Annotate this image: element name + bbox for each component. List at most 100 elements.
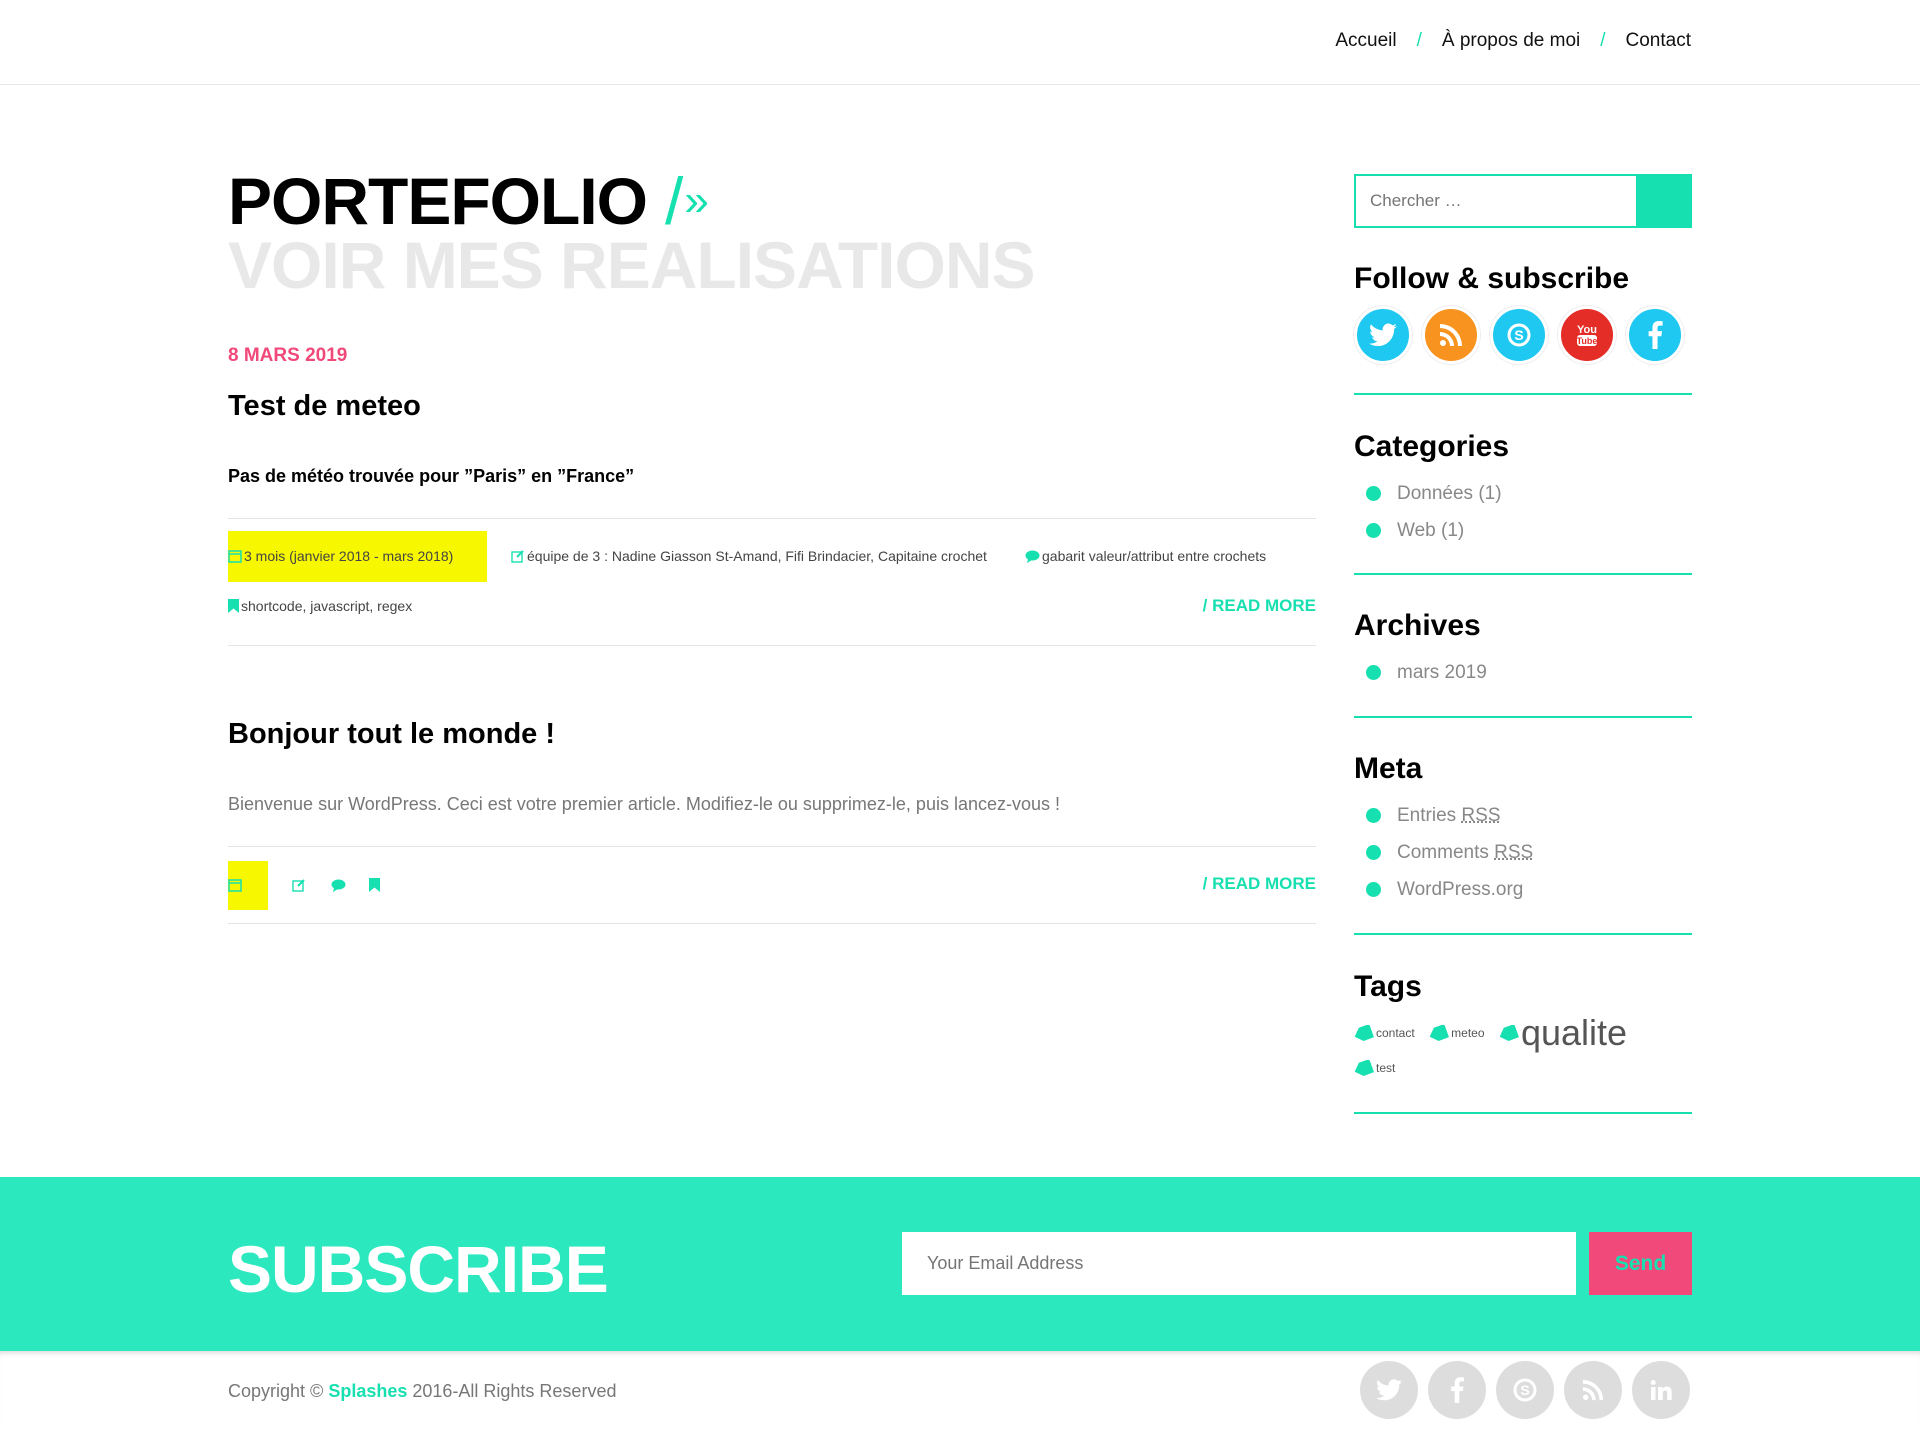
tag-label: test [1376, 1061, 1396, 1075]
send-button[interactable]: Send [1589, 1232, 1692, 1295]
tag-label: meteo [1451, 1026, 1485, 1040]
subscribe-title: SUBSCRIBE [228, 1232, 609, 1306]
list-item[interactable]: mars 2019 [1366, 654, 1487, 691]
tag-label: contact [1376, 1026, 1415, 1040]
rss-icon[interactable] [1422, 306, 1480, 364]
nav-contact[interactable]: Contact [1626, 30, 1691, 52]
brand-link[interactable]: Splashes [328, 1381, 407, 1401]
comment-link[interactable]: gabarit valeur/attribut entre crochets [1042, 548, 1266, 564]
meta-link-text: Entries [1397, 804, 1457, 826]
category-count: (1) [1441, 519, 1465, 541]
archives-title: Archives [1354, 609, 1481, 642]
nav-a-propos[interactable]: À propos de moi [1442, 30, 1580, 52]
divider [228, 518, 1316, 519]
archives-list: mars 2019 [1366, 654, 1487, 691]
divider [228, 923, 1316, 924]
categories-title: Categories [1354, 430, 1510, 463]
edit-icon [291, 877, 306, 893]
archive-link: mars 2019 [1397, 661, 1487, 683]
page-title: PORTEFOLIO / » [228, 164, 709, 238]
skype-icon[interactable]: S [1496, 1361, 1554, 1419]
meta-title: Meta [1354, 752, 1423, 785]
bookmark-icon [228, 599, 239, 613]
list-item[interactable]: Données (1) [1366, 475, 1502, 512]
twitter-icon[interactable] [1360, 1361, 1418, 1419]
search-form [1354, 174, 1692, 228]
duration-text: 3 mois (janvier 2018 - mars 2018) [244, 548, 454, 564]
meta-abbr: RSS [1461, 804, 1501, 826]
facebook-icon[interactable] [1626, 306, 1684, 364]
widget-divider [1354, 716, 1692, 718]
meta-abbr: RSS [1494, 841, 1534, 863]
tag-link[interactable]: contact [1354, 1025, 1415, 1041]
meta-link-text: Comments [1397, 841, 1489, 863]
post-comment: gabarit valeur/attribut entre crochets [1025, 548, 1266, 564]
widget-divider [1354, 393, 1692, 395]
top-bar: Accueil / À propos de moi / Contact [0, 0, 1920, 85]
widget-divider [1354, 933, 1692, 935]
widget-divider [1354, 1112, 1692, 1114]
bookmark-icon [368, 877, 380, 892]
list-item[interactable]: Comments RSS [1366, 834, 1533, 871]
page-title-text: PORTEFOLIO [228, 164, 648, 238]
tag-label: qualite [1520, 1012, 1628, 1053]
calendar-icon [228, 550, 242, 563]
tag-icon [1354, 1025, 1374, 1041]
edit-icon [511, 550, 524, 563]
tag-link[interactable]: test [1354, 1060, 1395, 1076]
tag-link[interactable]: meteo [1429, 1025, 1485, 1041]
nav-separator: / [1600, 30, 1606, 51]
read-more-link[interactable]: / READ MORE [1203, 874, 1316, 894]
bullet-icon [1366, 665, 1381, 680]
copyright-prefix: Copyright © [228, 1381, 329, 1401]
tag-link[interactable]: qualite [1499, 1012, 1627, 1054]
tag-cloud: contact meteo qualite test [1354, 1012, 1692, 1081]
bullet-icon [1366, 523, 1381, 538]
post-excerpt: Bienvenue sur WordPress. Ceci est votre … [228, 794, 1060, 814]
footer: Copyright © Splashes 2016-All Rights Res… [0, 1351, 1920, 1430]
post-duration: 3 mois (janvier 2018 - mars 2018) [228, 548, 453, 564]
comment-icon [1025, 550, 1040, 563]
linkedin-icon[interactable] [1632, 1361, 1690, 1419]
follow-title: Follow & subscribe [1354, 262, 1630, 295]
post-tags: shortcode, javascript, regex [228, 598, 412, 614]
subscribe-section: SUBSCRIBE Send [0, 1177, 1920, 1351]
bullet-icon [1366, 882, 1381, 897]
svg-text:S: S [1520, 1382, 1529, 1398]
footer-social: S [1360, 1361, 1690, 1419]
nav-separator: / [1416, 30, 1422, 51]
bullet-icon [1366, 808, 1381, 823]
nav-accueil[interactable]: Accueil [1335, 30, 1396, 52]
category-count: (1) [1478, 482, 1502, 504]
skype-icon[interactable]: S [1490, 306, 1548, 364]
bullet-icon [1366, 845, 1381, 860]
list-item[interactable]: Entries RSS [1366, 797, 1533, 834]
post-title-bonjour[interactable]: Bonjour tout le monde ! [228, 718, 555, 751]
svg-text:Tube: Tube [1577, 336, 1598, 346]
comment-icon[interactable] [330, 878, 346, 892]
calendar-icon [228, 877, 242, 893]
twitter-icon[interactable] [1354, 306, 1412, 364]
divider [228, 846, 1316, 847]
tag-icon [1429, 1025, 1450, 1041]
team-text: équipe de 3 : Nadine Giasson St-Amand, F… [527, 548, 987, 564]
copyright-suffix: 2016-All Rights Reserved [407, 1381, 617, 1401]
search-input[interactable] [1354, 174, 1636, 228]
search-button[interactable] [1636, 174, 1692, 228]
main-nav: Accueil / À propos de moi / Contact [1335, 30, 1691, 52]
email-field[interactable] [902, 1232, 1576, 1295]
youtube-icon[interactable]: You Tube [1558, 306, 1616, 364]
rss-icon[interactable] [1564, 1361, 1622, 1419]
divider [228, 645, 1316, 646]
tags-text: shortcode, javascript, regex [241, 598, 413, 614]
list-item[interactable]: WordPress.org [1366, 871, 1533, 908]
title-slash: / [665, 164, 683, 238]
bullet-icon [1366, 486, 1381, 501]
svg-text:You: You [1577, 324, 1597, 336]
list-item[interactable]: Web (1) [1366, 512, 1502, 549]
read-more-link[interactable]: / READ MORE [1203, 596, 1316, 616]
post-title-test-meteo[interactable]: Test de meteo [228, 390, 421, 423]
meta-list: Entries RSS Comments RSS WordPress.org [1366, 797, 1533, 908]
facebook-icon[interactable] [1428, 1361, 1486, 1419]
copyright: Copyright © Splashes 2016-All Rights Res… [228, 1381, 616, 1402]
